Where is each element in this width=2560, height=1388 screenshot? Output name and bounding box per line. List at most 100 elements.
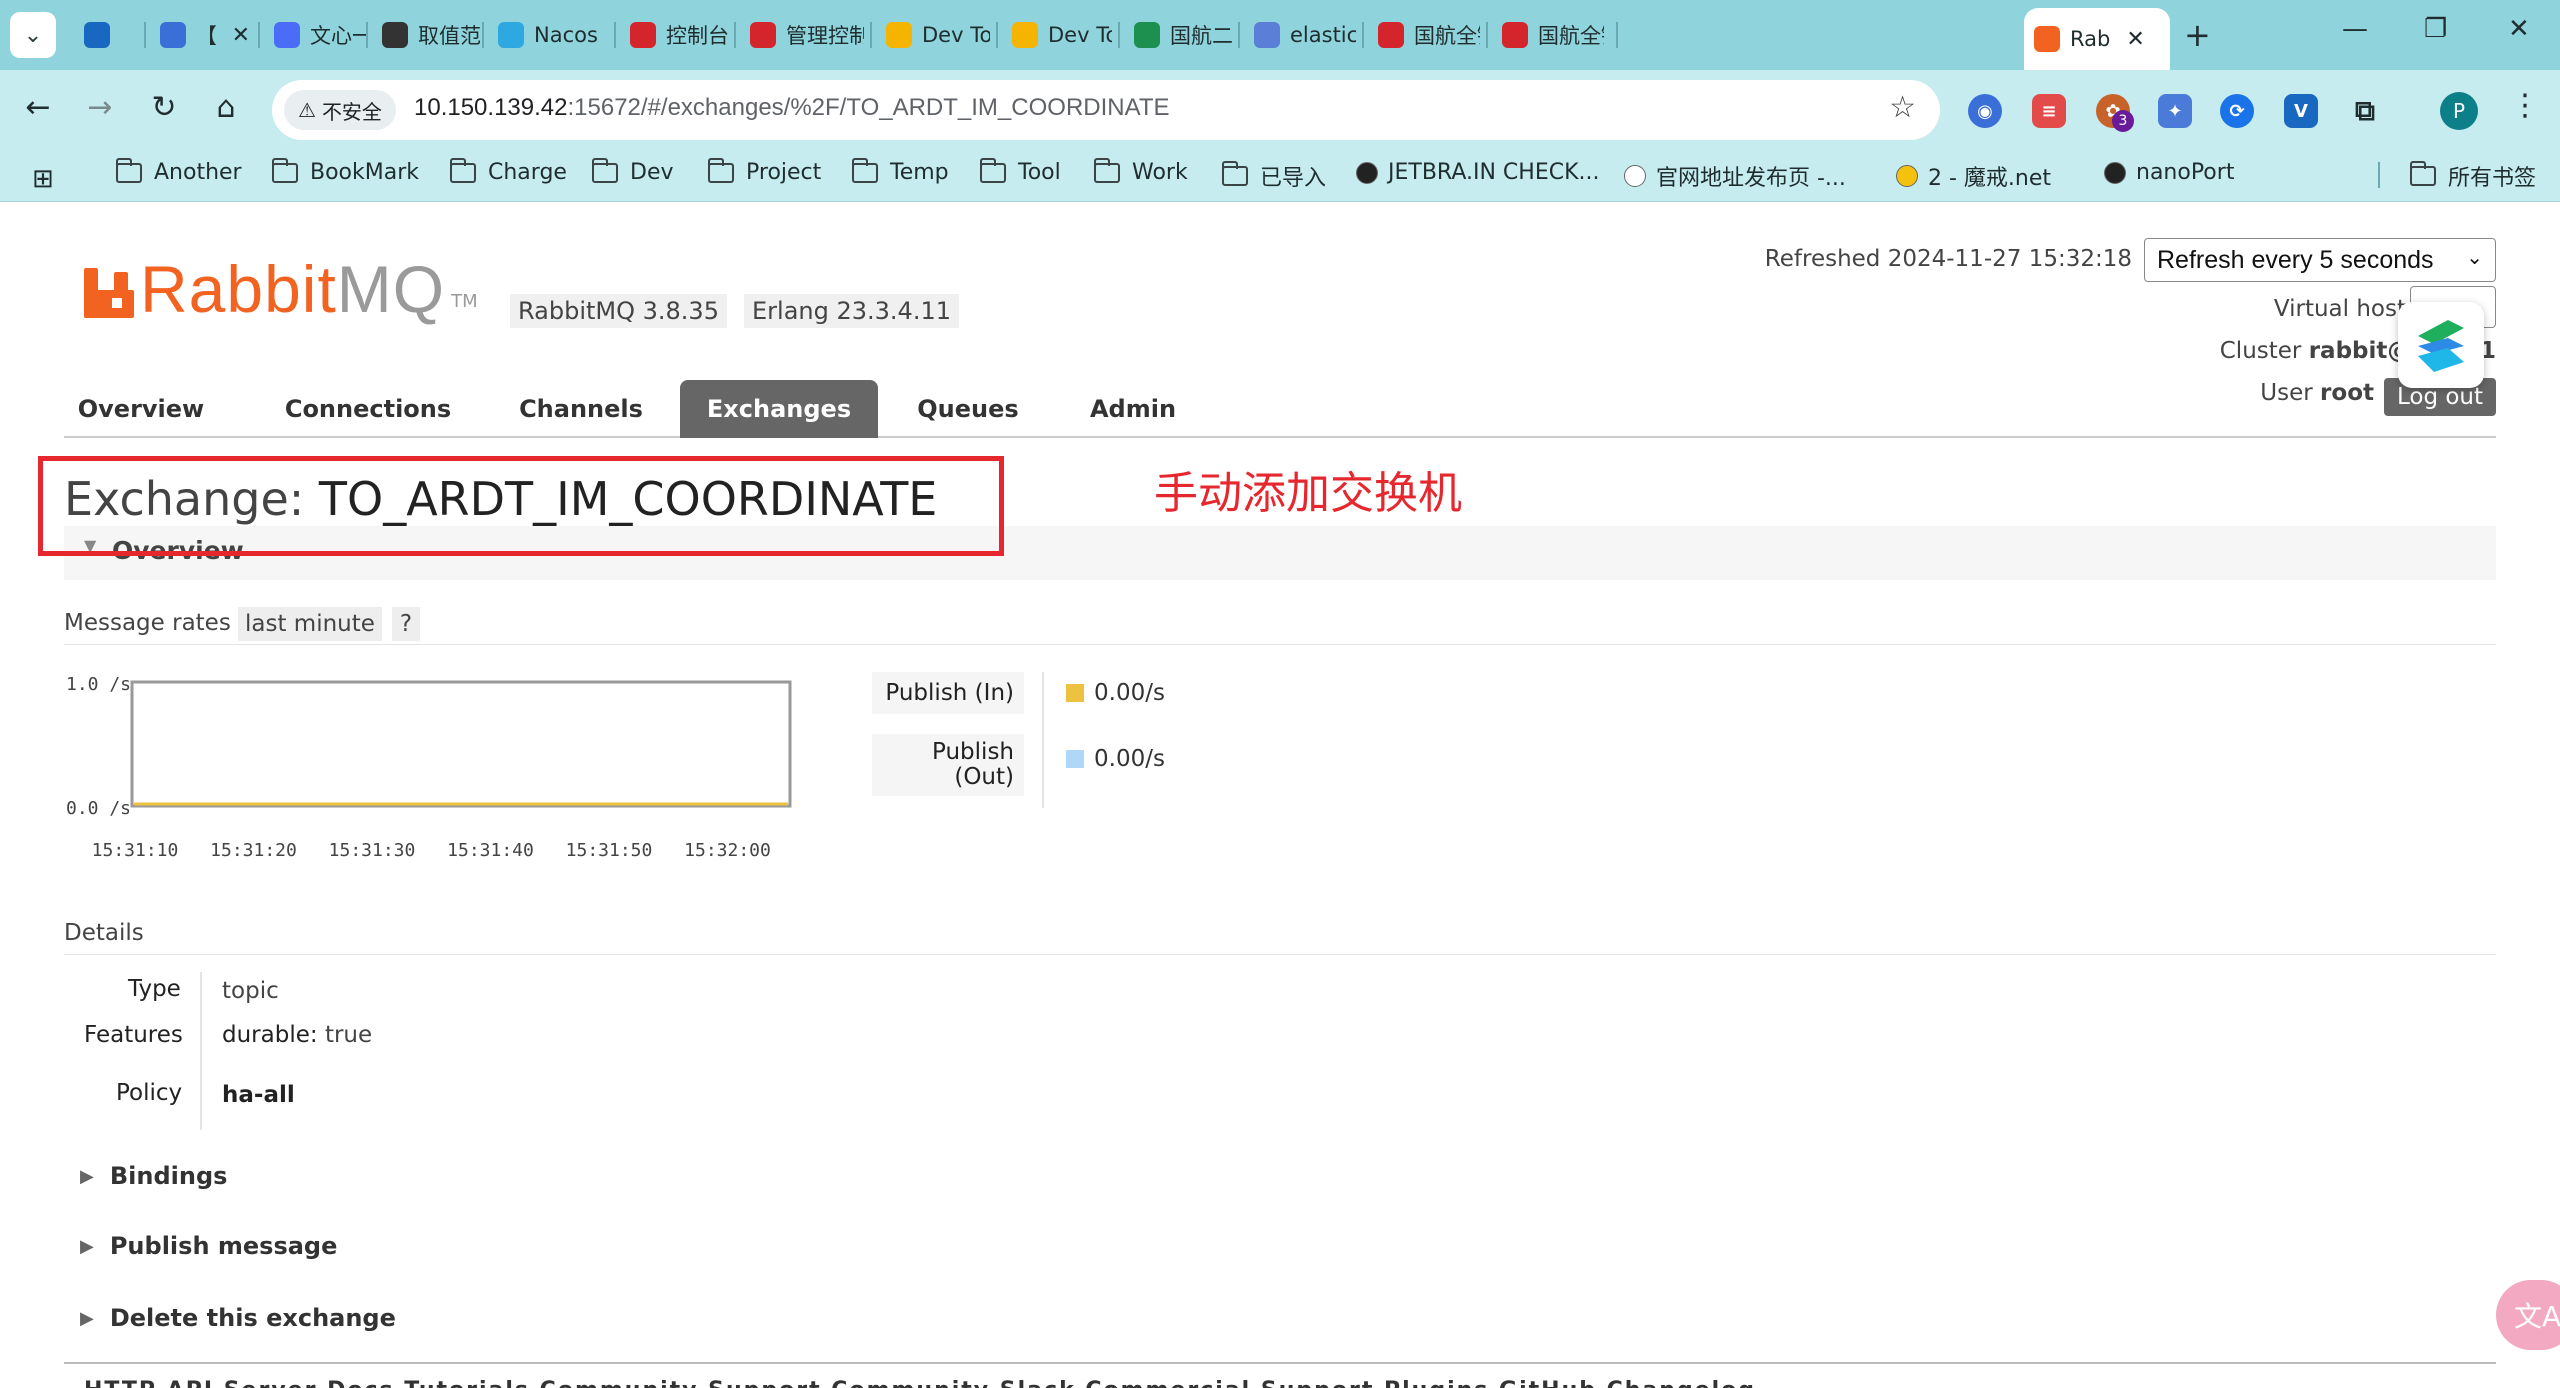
tab-connections[interactable]: Connections xyxy=(280,380,456,438)
legend-swatch-publish-out xyxy=(1066,750,1084,768)
browser-tab-label: 国航全链 xyxy=(1538,24,1604,48)
delete-exchange-section[interactable]: ▶ Delete this exchange xyxy=(80,1304,396,1332)
warning-triangle-icon: ⚠ xyxy=(298,98,316,122)
x-tick-label: 15:31:30 xyxy=(329,840,416,861)
bookmark-item[interactable]: Another xyxy=(116,157,242,185)
bookmark-item[interactable]: Tool xyxy=(980,157,1061,185)
bookmark-item[interactable]: nanoPort xyxy=(2104,160,2234,185)
profile-avatar[interactable]: P xyxy=(2440,92,2478,130)
back-arrow-icon[interactable]: ← xyxy=(18,90,58,125)
bindings-label: Bindings xyxy=(109,1162,228,1190)
bookmark-item[interactable]: 所有书签 xyxy=(2410,160,2536,192)
policy-value[interactable]: ha-all xyxy=(222,1082,295,1108)
browser-tab[interactable]: 文心一言 xyxy=(264,10,366,60)
policy-link[interactable]: ha-all xyxy=(222,1082,295,1108)
durable-value: true xyxy=(324,1022,373,1048)
annotation-text: 手动添加交换机 xyxy=(1154,468,1462,519)
refreshed-time: 2024-11-27 15:32:18 xyxy=(1887,246,2132,272)
tab-overview[interactable]: Overview xyxy=(74,380,208,438)
logo-rabbit-text: Rabbit xyxy=(140,252,337,326)
main-navigation: Overview Connections Channels Exchanges … xyxy=(64,374,2496,438)
bindings-section[interactable]: ▶ Bindings xyxy=(80,1162,227,1190)
browser-tab[interactable]: 国航二期 xyxy=(1124,10,1232,60)
restore-icon[interactable]: ❐ xyxy=(2424,14,2447,44)
footer-links[interactable]: HTTP API Server Docs Tutorials Community… xyxy=(84,1378,1756,1388)
bookmark-item[interactable]: Dev xyxy=(592,157,674,185)
new-tab-plus-icon[interactable]: + xyxy=(2184,16,2211,54)
bookmark-item[interactable]: BookMark xyxy=(272,157,419,185)
huawei-icon xyxy=(750,22,776,48)
rabbitmq-logo[interactable]: RabbitMQ TM xyxy=(84,256,478,322)
bookmark-item[interactable]: 2 - 魔戒.net xyxy=(1896,160,2051,192)
tab-separator xyxy=(144,22,146,48)
vuetify-extension-icon[interactable]: V xyxy=(2284,94,2318,128)
devtools-icon xyxy=(886,22,912,48)
publish-message-label: Publish message xyxy=(109,1232,338,1260)
security-indicator[interactable]: ⚠ 不安全 xyxy=(284,90,396,130)
browser-menu-icon[interactable]: ⋮ xyxy=(2510,88,2540,123)
minimize-icon[interactable]: — xyxy=(2342,14,2368,44)
browser-tab-label: 文心一言 xyxy=(310,24,366,48)
browser-tab-label: elasticsearch xyxy=(1290,23,1356,47)
browser-tab[interactable]: 控制台 xyxy=(620,10,728,60)
browser-tab[interactable]: 取值范围 xyxy=(372,10,480,60)
extension-badge: 3 xyxy=(2112,110,2134,132)
message-rates-chart: 1.0 /s 0.0 /s 15:31:10 15:31:20 15:31:30 15:3… xyxy=(66,674,792,861)
bookmark-item[interactable]: Work xyxy=(1094,157,1188,185)
legend-label-publish-in: Publish (In) xyxy=(872,672,1024,714)
browser-tab[interactable]: 管理控制台 xyxy=(740,10,864,60)
bookmark-item[interactable]: 已导入 xyxy=(1222,160,1326,192)
password-manager-icon[interactable]: ◉ xyxy=(1968,94,2002,128)
browser-tab[interactable]: elasticsearch xyxy=(1244,10,1356,60)
url-text: 10.150.139.42:15672/#/exchanges/%2F/TO_A… xyxy=(414,94,1170,122)
home-icon[interactable]: ⌂ xyxy=(206,90,246,125)
bookmark-label: 所有书签 xyxy=(2448,166,2537,191)
browser-tab[interactable]: Rab ✕ xyxy=(2024,8,2170,70)
refresh-interval-select[interactable]: Refresh every 5 seconds ⌄ xyxy=(2144,238,2496,282)
tab-queues[interactable]: Queues xyxy=(906,380,1030,438)
browser-tab[interactable]: 国航全链 xyxy=(1492,10,1604,60)
tab-separator xyxy=(366,22,368,48)
folder-icon xyxy=(980,157,1006,183)
browser-tab[interactable]: Dev Tools xyxy=(1002,10,1112,60)
help-button[interactable]: ? xyxy=(392,607,420,641)
browser-tab[interactable]: Dev Tools xyxy=(876,10,990,60)
extensions-puzzle-icon[interactable]: ⧉ xyxy=(2348,94,2382,128)
message-rates-range-selector[interactable]: last minute xyxy=(238,607,382,641)
puzzle-color-extension-icon[interactable]: ✦ xyxy=(2158,94,2192,128)
folder-icon xyxy=(116,157,142,183)
tab-search-chevron-icon[interactable]: ⌄ xyxy=(10,12,56,58)
address-bar[interactable]: ⚠ 不安全 10.150.139.42:15672/#/exchanges/%2… xyxy=(272,80,1940,140)
browser-tab[interactable] xyxy=(74,10,136,60)
bookmark-item[interactable]: Charge xyxy=(450,157,567,185)
window-close-icon[interactable]: ✕ xyxy=(2508,14,2530,44)
bookmark-item[interactable]: JETBRA.IN CHECK... xyxy=(1356,160,1599,185)
tab-exchanges[interactable]: Exchanges xyxy=(680,380,878,438)
browser-tab-label: 【2 xyxy=(196,24,216,48)
rabbitmq-version: RabbitMQ 3.8.35 xyxy=(510,294,727,328)
reload-icon[interactable]: ↻ xyxy=(144,90,184,125)
notes-extension-icon[interactable]: ≡ xyxy=(2032,94,2066,128)
browser-tab[interactable]: 【2 ✕ xyxy=(150,10,250,60)
tab-channels[interactable]: Channels xyxy=(508,380,654,438)
browser-tab[interactable]: 国航全链 xyxy=(1368,10,1480,60)
translate-icon[interactable]: 文A xyxy=(2496,1280,2560,1350)
tab-close-icon[interactable]: ✕ xyxy=(2126,27,2144,52)
type-label: Type xyxy=(128,976,181,1002)
publish-message-section[interactable]: ▶ Publish message xyxy=(80,1232,337,1260)
refreshed-info: Refreshed 2024-11-27 15:32:18 xyxy=(1765,246,2132,272)
bookmark-item[interactable]: Temp xyxy=(852,157,949,185)
tab-close-icon[interactable]: ✕ xyxy=(232,23,250,48)
browser-toolbar: ← → ↻ ⌂ ⚠ 不安全 10.150.139.42:15672/#/exch… xyxy=(0,70,2560,150)
bookmark-item[interactable]: Project xyxy=(708,157,821,185)
sheet-icon xyxy=(1134,22,1160,48)
tab-admin[interactable]: Admin xyxy=(1078,380,1188,438)
sync-extension-icon[interactable]: ⟳ xyxy=(2220,94,2254,128)
tab-separator xyxy=(614,22,616,48)
browser-tab[interactable]: Nacos xyxy=(488,10,610,60)
bookmark-item[interactable]: 官网地址发布页 -... xyxy=(1624,160,1846,192)
bookmark-star-icon[interactable]: ☆ xyxy=(1889,90,1916,125)
forward-arrow-icon[interactable]: → xyxy=(80,90,120,125)
devtools-icon xyxy=(1012,22,1038,48)
apps-grid-icon[interactable]: ⊞ xyxy=(32,164,54,194)
